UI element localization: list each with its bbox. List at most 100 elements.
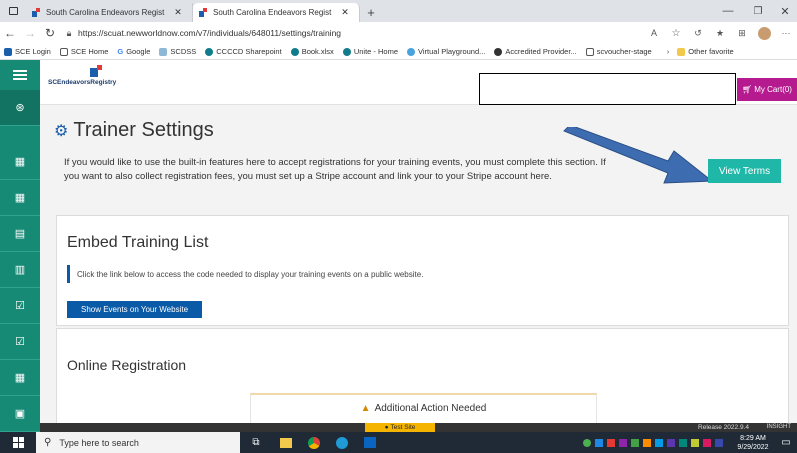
annotation-arrow xyxy=(563,127,714,184)
embed-training-card: Embed Training List Click the link below… xyxy=(56,215,789,326)
collections-icon[interactable]: ⊞ xyxy=(731,28,753,39)
cart-button[interactable]: 🛒︎ My Cart(0) xyxy=(737,78,797,101)
file-icon: ▥ xyxy=(14,264,26,276)
redacted-box xyxy=(479,73,736,105)
bookmark-item[interactable]: SCE Home xyxy=(59,47,108,56)
browser-tab-bar: South Carolina Endeavors Regist ✕ South … xyxy=(0,0,797,22)
calendar-icon: ▦ xyxy=(14,192,26,204)
notification-icon[interactable]: ▭ xyxy=(775,437,797,448)
close-window-icon[interactable]: ✕ xyxy=(773,0,797,22)
sidebar-item-profile[interactable]: ⊛ xyxy=(0,90,40,126)
sce-favicon xyxy=(199,8,208,17)
tab-title: South Carolina Endeavors Regist xyxy=(46,8,165,17)
new-tab-button[interactable]: + xyxy=(360,3,382,22)
scdss-icon xyxy=(159,47,168,56)
close-tab-icon[interactable]: ✕ xyxy=(341,7,349,18)
clock-time: 8:29 AM xyxy=(740,434,766,442)
sharepoint-icon xyxy=(290,47,299,56)
online-registration-card: Online Registration ▲ Additional Action … xyxy=(56,328,789,432)
taskbar-search[interactable]: ⚲ Type here to search xyxy=(36,432,240,453)
user-circle-icon: ⊛ xyxy=(15,102,25,114)
folder-icon xyxy=(677,47,686,56)
sidebar-item-calendar-3[interactable]: ▦ xyxy=(0,360,40,396)
bookmarks-bar: SCE Login SCE Home G Google SCDSS CCCCD S… xyxy=(0,44,797,60)
page-icon xyxy=(585,47,594,56)
app-logo[interactable]: SCEndeavorsRegistry xyxy=(48,65,128,90)
main-content: ⚙ Trainer Settings If you would like to … xyxy=(40,105,797,432)
sce-favicon xyxy=(32,8,41,17)
back-icon[interactable]: ← xyxy=(0,26,20,40)
bookmark-item[interactable]: G Google xyxy=(117,47,150,56)
read-aloud-icon[interactable]: A xyxy=(643,28,665,38)
sidebar-item-file[interactable]: ▥ xyxy=(0,252,40,288)
bookmark-item[interactable]: Virtual Playground... xyxy=(407,47,485,56)
checkbox-icon: ☑ xyxy=(15,300,25,312)
bookmark-item[interactable]: CCCCD Sharepoint xyxy=(205,47,282,56)
sharepoint-icon xyxy=(205,47,214,56)
windows-taskbar: ⚲ Type here to search ⧉ 8:29 AM 9/29/202… xyxy=(0,432,797,453)
file-explorer-icon[interactable] xyxy=(272,437,300,448)
close-tab-icon[interactable]: ✕ xyxy=(174,7,182,18)
favorite-star-icon[interactable]: ☆ xyxy=(665,28,687,39)
bookmark-item[interactable]: Book.xlsx xyxy=(290,47,334,56)
globe-icon xyxy=(407,47,415,56)
task-view-icon[interactable]: ⧉ xyxy=(240,437,272,448)
embed-help-text: Click the link below to access the code … xyxy=(77,269,424,279)
sidebar-item-document[interactable]: ▤ xyxy=(0,216,40,252)
bookmark-item[interactable]: Accredited Provider... xyxy=(494,47,577,56)
view-terms-button[interactable]: View Terms xyxy=(708,159,781,183)
other-favorites-folder[interactable]: Other favorite xyxy=(677,47,734,56)
restore-icon[interactable]: ❐ xyxy=(743,0,773,22)
sidebar-item-book[interactable]: ▣ xyxy=(0,396,40,432)
system-tray-icons[interactable] xyxy=(583,438,723,447)
refresh-sync-icon[interactable]: ↺ xyxy=(687,28,709,39)
search-placeholder: Type here to search xyxy=(59,437,139,448)
embed-help-note: Click the link below to access the code … xyxy=(67,265,423,283)
browser-tab-2[interactable]: South Carolina Endeavors Regist ✕ xyxy=(193,3,360,22)
online-registration-title: Online Registration xyxy=(67,357,187,373)
page-title: Trainer Settings xyxy=(73,119,214,141)
chrome-icon[interactable] xyxy=(300,436,328,449)
sidebar-item-calendar-2[interactable]: ▦ xyxy=(0,180,40,216)
document-icon: ▤ xyxy=(14,228,26,240)
windows-start-icon[interactable] xyxy=(0,437,36,448)
bookmark-item[interactable]: SCE Login xyxy=(4,47,51,56)
calendar-icon: ▦ xyxy=(14,372,26,384)
test-site-badge: ● Test Site xyxy=(365,423,435,432)
forward-icon[interactable]: → xyxy=(20,26,40,40)
release-version: Release 2022.9.4 xyxy=(698,424,749,431)
refresh-icon[interactable]: ↻ xyxy=(40,26,60,40)
provider-icon xyxy=(494,47,503,56)
page-icon xyxy=(59,47,68,56)
checkbox-icon: ☑ xyxy=(15,336,25,348)
clock[interactable]: 8:29 AM 9/29/2022 xyxy=(731,434,775,452)
bookmark-item[interactable]: SCDSS xyxy=(159,47,196,56)
profile-avatar[interactable] xyxy=(753,26,775,40)
logo-mark-accent xyxy=(97,65,102,70)
cart-icon: 🛒︎ xyxy=(742,85,753,94)
sidebar-item-checklist-2[interactable]: ☑ xyxy=(0,324,40,360)
browser-tab-1[interactable]: South Carolina Endeavors Regist ✕ xyxy=(26,3,193,22)
page-title-row: ⚙ Trainer Settings xyxy=(54,119,214,142)
edge-icon[interactable] xyxy=(328,436,356,449)
tab-title: South Carolina Endeavors Regist xyxy=(213,8,332,17)
show-events-button[interactable]: Show Events on Your Website xyxy=(67,301,202,318)
lock-icon[interactable]: 🔒︎ xyxy=(60,28,78,39)
url-field[interactable]: https://scuat.newworldnow.com/v7/individ… xyxy=(78,28,643,38)
book-icon: ▣ xyxy=(14,408,26,420)
bookmark-item[interactable]: Unite - Home xyxy=(342,47,398,56)
app-footer: ● Test Site Release 2022.9.4 INSIGHT xyxy=(40,423,797,432)
favorites-icon[interactable]: ★ xyxy=(709,28,731,39)
sidebar-item-calendar[interactable]: ▦ xyxy=(0,144,40,180)
minimize-icon[interactable]: — xyxy=(713,0,743,22)
window-menu-icon[interactable] xyxy=(0,0,26,22)
bookmark-item[interactable]: scvoucher-stage xyxy=(585,47,652,56)
outlook-icon[interactable] xyxy=(356,437,384,448)
more-menu-icon[interactable]: ··· xyxy=(775,28,797,38)
chevron-right-icon[interactable]: › xyxy=(667,47,670,56)
sce-favicon xyxy=(4,47,12,56)
embed-title: Embed Training List xyxy=(67,234,209,251)
sidebar-item-checklist[interactable]: ☑ xyxy=(0,288,40,324)
address-bar-row: ← → ↻ 🔒︎ https://scuat.newworldnow.com/v… xyxy=(0,22,797,44)
hamburger-menu-icon[interactable] xyxy=(0,60,40,90)
